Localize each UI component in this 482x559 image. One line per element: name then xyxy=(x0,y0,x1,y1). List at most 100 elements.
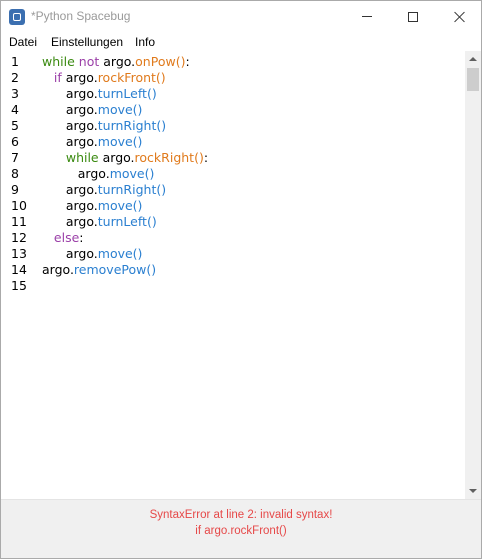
line-number: 1 xyxy=(11,54,19,69)
code-line[interactable]: 7 while argo.rockRight(): xyxy=(1,150,465,166)
minimize-button[interactable] xyxy=(344,1,390,32)
line-number: 7 xyxy=(11,150,19,165)
code-token: : xyxy=(203,150,209,165)
code-token: move() xyxy=(97,134,143,149)
code-line[interactable]: 12 else: xyxy=(1,230,465,246)
code-line[interactable]: 15 xyxy=(1,278,465,294)
line-number: 9 xyxy=(11,182,19,197)
line-number: 3 xyxy=(11,86,19,101)
code-token: rockFront() xyxy=(97,70,166,85)
code-line[interactable]: 5 argo.turnRight() xyxy=(1,118,465,134)
code-token: argo. xyxy=(42,198,98,213)
minimize-icon xyxy=(362,16,372,17)
menu-datei[interactable]: Datei xyxy=(9,35,37,49)
code-token: argo. xyxy=(42,214,98,229)
title-bar[interactable]: *Python Spacebug xyxy=(1,1,481,32)
code-text: argo.move() xyxy=(42,166,155,182)
arrow-down-icon xyxy=(469,489,477,493)
code-text: argo.turnLeft() xyxy=(42,214,157,230)
code-token: argo. xyxy=(42,86,98,101)
error-message: SyntaxError at line 2: invalid syntax! xyxy=(149,509,333,521)
code-token: argo. xyxy=(42,166,110,181)
code-line[interactable]: 14 argo.removePow() xyxy=(1,262,465,278)
code-text: argo.turnRight() xyxy=(42,118,166,134)
code-line[interactable]: 8 argo.move() xyxy=(1,166,465,182)
code-token: argo. xyxy=(42,102,98,117)
line-number: 8 xyxy=(11,166,19,181)
code-token: while xyxy=(65,150,99,165)
maximize-icon xyxy=(408,11,418,22)
code-text: if argo.rockFront() xyxy=(42,70,166,86)
line-number: 10 xyxy=(11,198,27,213)
code-editor[interactable]: 1 while not argo.onPow(): 2 if argo.rockFr… xyxy=(1,51,465,499)
code-line[interactable]: 9 argo.turnRight() xyxy=(1,182,465,198)
code-text: argo.move() xyxy=(42,102,143,118)
error-panel: SyntaxError at line 2: invalid syntax! i… xyxy=(1,499,481,558)
close-button[interactable] xyxy=(436,1,482,32)
code-text: argo.turnRight() xyxy=(42,182,166,198)
code-token: argo. xyxy=(42,118,98,133)
line-number: 15 xyxy=(11,278,27,293)
code-token: turnRight() xyxy=(97,182,167,197)
code-token: : xyxy=(185,54,190,69)
scroll-up-button[interactable] xyxy=(465,51,481,67)
code-token: argo. xyxy=(42,134,98,149)
code-text: argo.removePow() xyxy=(42,262,156,278)
line-number: 5 xyxy=(11,118,19,133)
code-line[interactable]: 11 argo.turnLeft() xyxy=(1,214,465,230)
code-token: removePow() xyxy=(73,262,157,277)
code-line[interactable]: 2 if argo.rockFront() xyxy=(1,70,465,86)
code-text: argo.turnLeft() xyxy=(42,86,157,102)
error-code-line: if argo.rockFront() xyxy=(195,525,287,537)
code-token: else xyxy=(53,230,80,245)
code-text: argo.move() xyxy=(42,134,143,150)
menu-info[interactable]: Info xyxy=(135,35,155,49)
code-token: argo. xyxy=(99,54,136,69)
line-number: 11 xyxy=(11,214,27,229)
line-number: 4 xyxy=(11,102,19,117)
line-number: 12 xyxy=(11,230,27,245)
code-text: argo.move() xyxy=(42,198,143,214)
menu-einstellungen[interactable]: Einstellungen xyxy=(51,35,123,49)
code-token: move() xyxy=(97,246,143,261)
code-text: else: xyxy=(42,230,84,246)
code-line[interactable]: 1 while not argo.onPow(): xyxy=(1,54,465,70)
line-number: 2 xyxy=(11,70,19,85)
code-token: onPow() xyxy=(135,54,186,69)
code-token: rockRight() xyxy=(134,150,204,165)
app-icon xyxy=(9,9,25,25)
code-token: if xyxy=(53,70,62,85)
code-token: argo. xyxy=(98,150,135,165)
code-token: argo. xyxy=(42,182,98,197)
code-token: argo. xyxy=(42,262,74,277)
vertical-scrollbar[interactable] xyxy=(465,51,481,499)
code-line[interactable]: 3 argo.turnLeft() xyxy=(1,86,465,102)
code-token: not xyxy=(78,54,100,69)
code-token: turnLeft() xyxy=(97,214,157,229)
code-line[interactable]: 4 argo.move() xyxy=(1,102,465,118)
app-window: *Python Spacebug Datei Einstellungen Inf… xyxy=(0,0,482,559)
code-token: move() xyxy=(97,102,143,117)
code-line[interactable]: 10 argo.move() xyxy=(1,198,465,214)
code-token: : xyxy=(79,230,84,245)
window-title: *Python Spacebug xyxy=(31,9,131,23)
code-text: argo.move() xyxy=(42,246,143,262)
scroll-down-button[interactable] xyxy=(465,483,481,499)
arrow-up-icon xyxy=(469,57,477,61)
code-token: while xyxy=(42,54,75,69)
code-token: turnRight() xyxy=(97,118,167,133)
line-number: 14 xyxy=(11,262,27,277)
code-line[interactable]: 6 argo.move() xyxy=(1,134,465,150)
maximize-button[interactable] xyxy=(390,1,436,32)
code-text: while not argo.onPow(): xyxy=(42,54,190,70)
code-token: argo. xyxy=(61,70,98,85)
scroll-thumb[interactable] xyxy=(467,68,479,91)
close-icon xyxy=(454,11,465,22)
code-line[interactable]: 13 argo.move() xyxy=(1,246,465,262)
code-token: turnLeft() xyxy=(97,86,157,101)
code-text: while argo.rockRight(): xyxy=(42,150,208,166)
line-number: 13 xyxy=(11,246,27,261)
line-number: 6 xyxy=(11,134,19,149)
